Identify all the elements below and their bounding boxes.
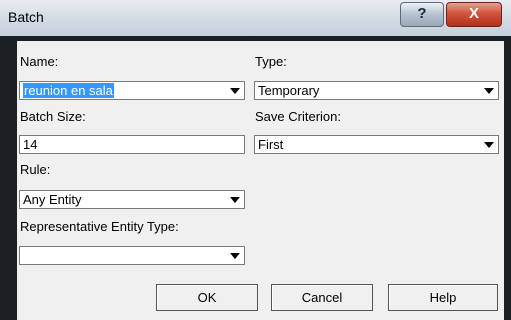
type-value: Temporary: [258, 83, 320, 98]
close-button[interactable]: X: [446, 2, 502, 27]
batch-size-input[interactable]: 14: [19, 135, 245, 154]
rep-type-combobox[interactable]: [19, 246, 245, 265]
save-criterion-value: First: [258, 137, 284, 152]
chevron-down-icon[interactable]: [226, 247, 244, 264]
chevron-down-icon[interactable]: [226, 82, 244, 99]
type-label: Type:: [255, 54, 287, 69]
name-value: reunion en sala: [23, 83, 114, 98]
chevron-down-icon[interactable]: [226, 191, 244, 208]
help-button[interactable]: Help: [388, 284, 498, 311]
chevron-down-icon[interactable]: [480, 136, 498, 153]
title-bar: Batch ? X: [0, 0, 511, 36]
cancel-button[interactable]: Cancel: [271, 284, 373, 311]
rule-combobox[interactable]: Any Entity: [19, 190, 245, 209]
save-criterion-combobox[interactable]: First: [254, 135, 499, 154]
type-combobox[interactable]: Temporary: [254, 81, 499, 100]
name-label: Name:: [20, 54, 59, 69]
save-criterion-label: Save Criterion:: [255, 109, 341, 124]
batch-size-label: Batch Size:: [20, 109, 86, 124]
dialog-body: Name: reunion en sala Type: Temporary Ba…: [17, 41, 504, 320]
rule-value: Any Entity: [23, 192, 82, 207]
ok-button[interactable]: OK: [156, 284, 258, 311]
name-combobox[interactable]: reunion en sala: [19, 81, 245, 100]
rule-label: Rule:: [20, 162, 51, 177]
title-help-button[interactable]: ?: [400, 2, 444, 27]
batch-size-value: 14: [23, 137, 38, 152]
chevron-down-icon[interactable]: [480, 82, 498, 99]
rep-type-label: Representative Entity Type:: [20, 219, 179, 234]
batch-dialog: Batch ? X Name: reunion en sala Type: Te…: [0, 0, 511, 320]
window-title: Batch: [8, 9, 44, 25]
